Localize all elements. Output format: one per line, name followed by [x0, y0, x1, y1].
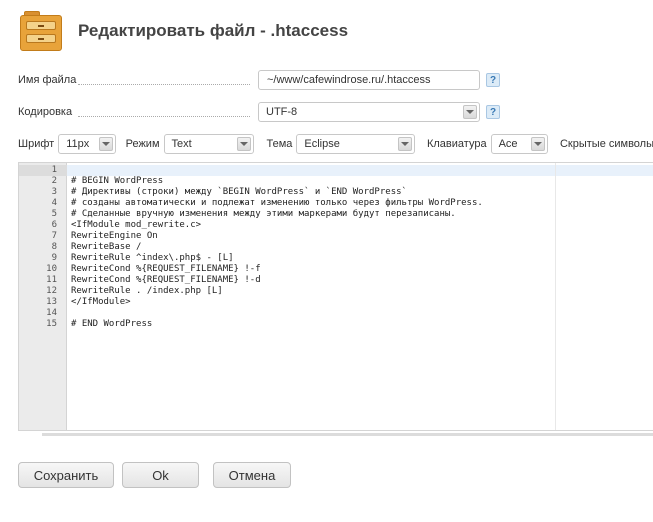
- filename-help-icon[interactable]: ?: [486, 73, 500, 87]
- encoding-select[interactable]: UTF-8: [258, 102, 480, 122]
- chevron-down-icon: [237, 137, 252, 151]
- chevron-down-icon: [98, 137, 113, 151]
- dialog-header: Редактировать файл - .htaccess: [18, 8, 348, 54]
- chevron-down-icon: [530, 137, 545, 151]
- filename-input[interactable]: [258, 70, 480, 90]
- keyboard-label: Клавиатура: [426, 138, 487, 150]
- filename-row: Имя файла ?: [18, 70, 500, 90]
- theme-label: Тема: [266, 138, 293, 150]
- horizontal-scrollbar[interactable]: [42, 433, 653, 436]
- theme-select[interactable]: Eclipse: [296, 134, 415, 154]
- mode-value: Text: [171, 138, 192, 150]
- line-numbers: 1 2 3 4 5 6 7 8 9 10 11 12 13 14 15: [46, 165, 57, 329]
- keyboard-value: Ace: [498, 138, 518, 150]
- cancel-button[interactable]: Отмена: [213, 462, 291, 488]
- chevron-down-icon: [397, 137, 412, 151]
- theme-value: Eclipse: [304, 138, 340, 150]
- ok-button[interactable]: Ok: [122, 462, 199, 488]
- file-cabinet-icon: [18, 9, 64, 53]
- mode-select[interactable]: Text: [163, 134, 255, 154]
- encoding-label: Кодировка: [18, 106, 250, 118]
- hidden-chars-toggle[interactable]: Скрытые символы: [560, 138, 653, 150]
- print-margin: [555, 163, 556, 430]
- mode-label: Режим: [125, 138, 160, 150]
- code-editor[interactable]: 1 2 3 4 5 6 7 8 9 10 11 12 13 14 15 # BE…: [18, 162, 653, 431]
- page-title: Редактировать файл - .htaccess: [78, 21, 349, 40]
- encoding-row: Кодировка UTF-8 ?: [18, 102, 500, 122]
- code-content[interactable]: # BEGIN WordPress # Директивы (строки) м…: [71, 165, 483, 330]
- filename-label: Имя файла: [18, 74, 250, 86]
- encoding-value: UTF-8: [266, 106, 298, 118]
- encoding-help-icon[interactable]: ?: [486, 105, 500, 119]
- editor-toolbar: Шрифт 11px Режим Text Тема Eclipse Клави…: [18, 134, 653, 154]
- chevron-down-icon: [463, 105, 477, 119]
- font-size-select[interactable]: 11px: [58, 134, 116, 154]
- keyboard-select[interactable]: Ace: [490, 134, 548, 154]
- save-button[interactable]: Сохранить: [18, 462, 114, 488]
- font-label: Шрифт: [18, 138, 55, 150]
- font-size-value: 11px: [66, 138, 90, 150]
